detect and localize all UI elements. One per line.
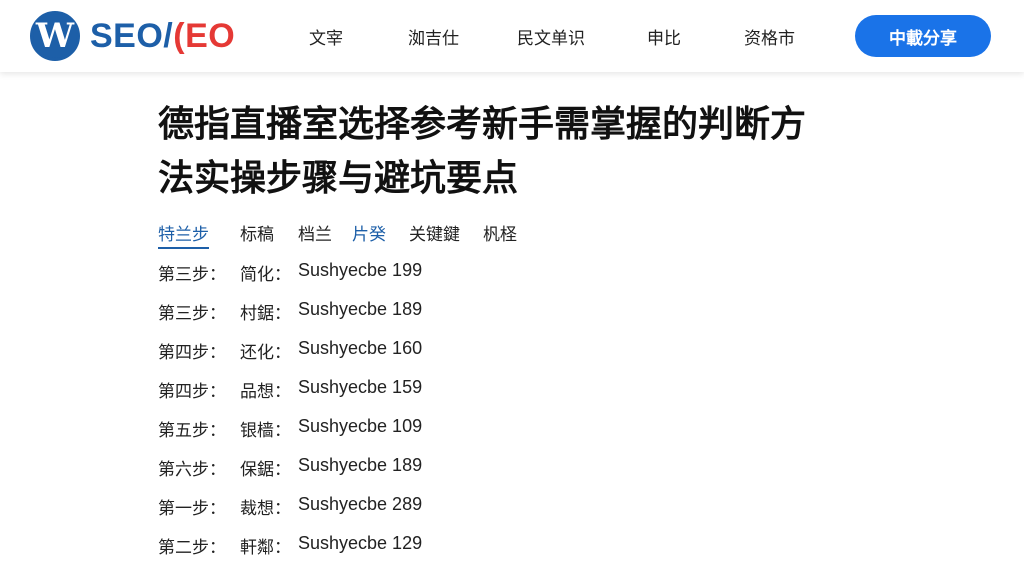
item-label: 还化： [240,343,291,363]
nav-item-1[interactable]: 文宰 [309,24,343,49]
item-label: 保鋸： [240,460,291,480]
step-label: 第四步： [158,382,226,402]
tab-2[interactable]: 标稿 [240,220,274,245]
tab-6[interactable]: 杋柽 [483,220,517,245]
step-label: 第五步： [158,421,226,441]
wordpress-logo-icon: W [30,11,80,61]
item-value: Sushyecbe 189 [298,455,423,475]
item-value: Sushyecbe 160 [298,338,423,358]
step-label: 第六步： [158,460,226,480]
site-header: W SEO/(EO 文宰 洳吉仕 民文单识 申比 资格市 中載分享 [0,0,1024,72]
step-label: 第一步： [158,499,226,519]
item-value: Sushyecbe 189 [298,299,423,319]
tab-4[interactable]: 片癸 [352,220,386,245]
item-label: 简化： [240,265,291,285]
nav-item-3[interactable]: 民文单识 [517,24,585,49]
brand-name-red: (EO [173,16,236,55]
item-value: Sushyecbe 109 [298,416,423,436]
nav-item-5[interactable]: 资格市 [744,24,795,49]
nav-item-2[interactable]: 洳吉仕 [408,24,459,49]
item-label: 品想： [240,382,291,402]
step-label: 第二步： [158,538,226,558]
brand-name-blue: SEO/ [90,16,174,55]
share-button[interactable]: 中載分享 [855,15,991,57]
nav-item-4[interactable]: 申比 [647,24,681,49]
tab-5[interactable]: 关键鍵 [409,220,460,245]
item-value: Sushyecbe 289 [298,494,423,514]
item-value: Sushyecbe 129 [298,533,423,553]
page-title-line-2: 法实操步骤与避坑要点 [158,158,519,199]
item-value: Sushyecbe 199 [298,260,423,280]
item-label: 村鋸： [240,304,291,324]
step-label: 第三步： [158,265,226,285]
tab-3[interactable]: 档兰 [298,220,332,245]
item-label: 银樯： [240,421,291,441]
page-title-line-1: 德指直播室选择参考新手需掌握的判断方 [158,104,807,145]
brand-name: SEO/(EO [90,17,235,56]
step-label: 第四步： [158,343,226,363]
item-label: 軒鄰： [240,538,291,558]
item-value: Sushyecbe 159 [298,377,423,397]
item-label: 裁想： [240,499,291,519]
page-title: 德指直播室选择参考新手需掌握的判断方 法实操步骤与避坑要点 [158,98,878,206]
step-label: 第三步： [158,304,226,324]
tab-1[interactable]: 特兰步 [158,220,209,249]
site-logo[interactable]: W SEO/(EO [30,10,235,62]
